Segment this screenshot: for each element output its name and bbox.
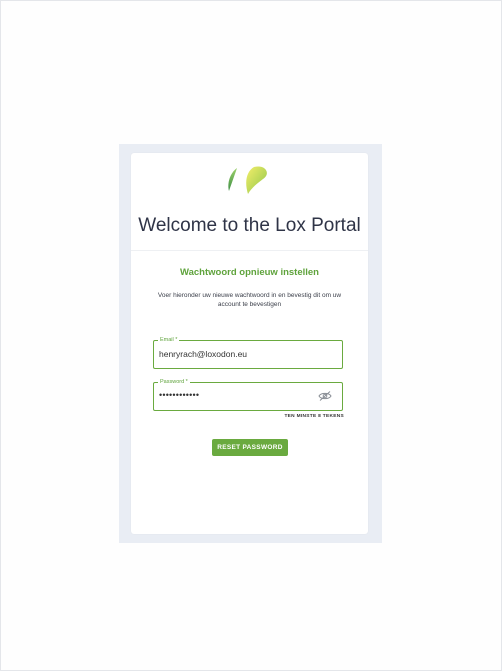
page-title: Welcome to the Lox Portal (138, 215, 361, 236)
form-subtitle: Wachtwoord opnieuw instellen (180, 267, 319, 278)
email-input[interactable]: henryrach@loxodon.eu (159, 349, 309, 359)
form-instructions: Voer hieronder uw nieuwe wachtwoord in e… (157, 292, 342, 308)
email-label: Email * (158, 336, 180, 344)
email-field[interactable]: Email * henryrach@loxodon.eu (153, 336, 343, 369)
password-input[interactable]: •••••••••••• (159, 390, 309, 400)
reset-password-button[interactable]: RESET PASSWORD (212, 439, 288, 456)
divider (131, 250, 368, 251)
password-label: Password * (158, 378, 190, 386)
password-hint: TEN MINSTE 8 TEKENS (284, 414, 344, 419)
eye-slash-icon[interactable] (318, 391, 332, 401)
login-card: Welcome to the Lox Portal Wachtwoord opn… (131, 153, 368, 534)
password-field[interactable]: Password * •••••••••••• (153, 378, 343, 411)
leaf-logo-icon (228, 166, 267, 194)
